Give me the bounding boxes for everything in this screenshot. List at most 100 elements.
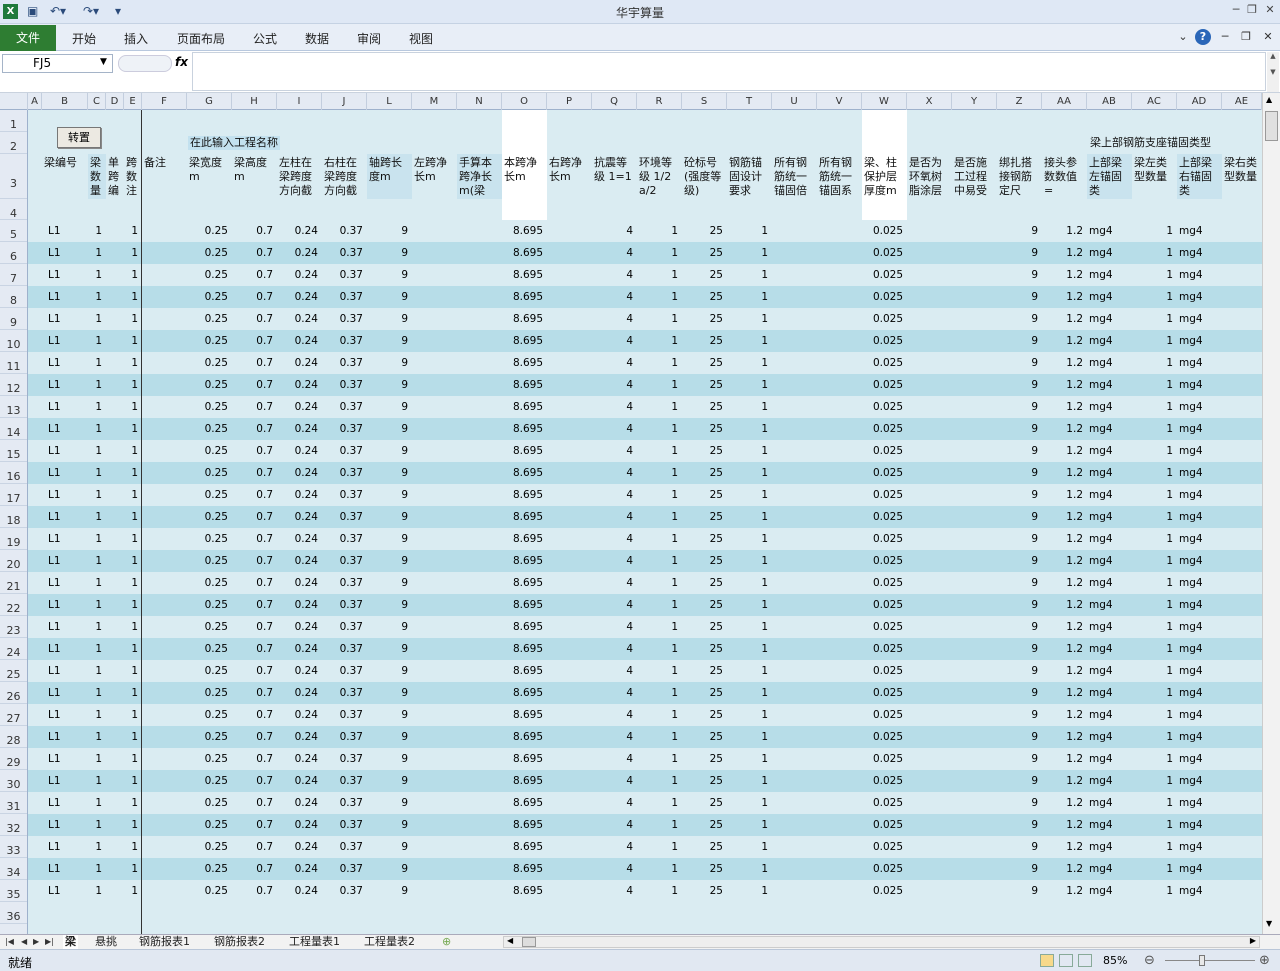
cell-H[interactable]: 0.7 — [232, 484, 273, 506]
cell-C[interactable]: 1 — [88, 792, 102, 814]
cell-R[interactable]: 1 — [637, 660, 678, 682]
cell-AB[interactable]: mg4 — [1089, 374, 1113, 396]
cell-B[interactable]: L1 — [48, 506, 61, 528]
cell-Z[interactable]: 9 — [997, 330, 1038, 352]
cell-H[interactable]: 0.7 — [232, 308, 273, 330]
cell-AD[interactable]: mg4 — [1179, 242, 1203, 264]
cell-AA[interactable]: 1.2 — [1042, 484, 1083, 506]
cell-H[interactable]: 0.7 — [232, 814, 273, 836]
cell-B[interactable]: L1 — [48, 770, 61, 792]
header-cell-AA[interactable]: 接头参数数值= — [1044, 156, 1086, 199]
cell-AA[interactable]: 1.2 — [1042, 462, 1083, 484]
cell-L[interactable]: 9 — [367, 814, 408, 836]
workbook-restore-icon[interactable]: ❐ — [1238, 29, 1254, 45]
cell-L[interactable]: 9 — [367, 352, 408, 374]
cell-B[interactable]: L1 — [48, 264, 61, 286]
cell-R[interactable]: 1 — [637, 814, 678, 836]
cell-W[interactable]: 0.025 — [862, 506, 903, 528]
zoom-slider-knob[interactable] — [1199, 955, 1205, 966]
cell-Q[interactable]: 4 — [592, 880, 633, 902]
cell-E[interactable]: 1 — [124, 264, 138, 286]
cell-B[interactable]: L1 — [48, 286, 61, 308]
cell-Z[interactable]: 9 — [997, 528, 1038, 550]
horizontal-scroll-thumb[interactable] — [522, 937, 536, 947]
cell-E[interactable]: 1 — [124, 440, 138, 462]
close-icon[interactable]: ✕ — [1263, 3, 1277, 17]
cell-B[interactable]: L1 — [48, 572, 61, 594]
row-header-10[interactable]: 10 — [0, 330, 27, 352]
cell-AA[interactable]: 1.2 — [1042, 286, 1083, 308]
cell-H[interactable]: 0.7 — [232, 220, 273, 242]
row-header-11[interactable]: 11 — [0, 352, 27, 374]
cell-W[interactable]: 0.025 — [862, 286, 903, 308]
cell-J[interactable]: 0.37 — [322, 660, 363, 682]
cell-Z[interactable]: 9 — [997, 748, 1038, 770]
cell-AA[interactable]: 1.2 — [1042, 792, 1083, 814]
cell-I[interactable]: 0.24 — [277, 572, 318, 594]
cell-L[interactable]: 9 — [367, 286, 408, 308]
cell-AD[interactable]: mg4 — [1179, 440, 1203, 462]
row-header-35[interactable]: 35 — [0, 880, 27, 902]
cell-H[interactable]: 0.7 — [232, 770, 273, 792]
cell-Z[interactable]: 9 — [997, 352, 1038, 374]
cell-J[interactable]: 0.37 — [322, 506, 363, 528]
cell-G[interactable]: 0.25 — [187, 462, 228, 484]
cell-G[interactable]: 0.25 — [187, 858, 228, 880]
row-header-27[interactable]: 27 — [0, 704, 27, 726]
cell-C[interactable]: 1 — [88, 484, 102, 506]
cell-O[interactable]: 8.695 — [502, 330, 543, 352]
row-header-8[interactable]: 8 — [0, 286, 27, 308]
cell-G[interactable]: 0.25 — [187, 528, 228, 550]
cell-S[interactable]: 25 — [682, 264, 723, 286]
cell-J[interactable]: 0.37 — [322, 836, 363, 858]
cell-R[interactable]: 1 — [637, 572, 678, 594]
row-header-4[interactable]: 4 — [0, 199, 27, 220]
cell-W[interactable]: 0.025 — [862, 572, 903, 594]
cell-G[interactable]: 0.25 — [187, 352, 228, 374]
cell-C[interactable]: 1 — [88, 220, 102, 242]
cell-C[interactable]: 1 — [88, 506, 102, 528]
worksheet-grid[interactable]: 梁编号 梁数量 单跨编 跨数注 备注 梁宽度m 梁高度m 左柱在梁跨度方向截 右柱在梁跨度方向截… — [28, 110, 1262, 934]
cell-G[interactable]: 0.25 — [187, 440, 228, 462]
cell-H[interactable]: 0.7 — [232, 242, 273, 264]
cell-AD[interactable]: mg4 — [1179, 660, 1203, 682]
cell-S[interactable]: 25 — [682, 528, 723, 550]
cell-B[interactable]: L1 — [48, 594, 61, 616]
cell-H[interactable]: 0.7 — [232, 418, 273, 440]
cell-C[interactable]: 1 — [88, 286, 102, 308]
cell-T[interactable]: 1 — [727, 726, 768, 748]
cell-C[interactable]: 1 — [88, 638, 102, 660]
cell-C[interactable]: 1 — [88, 462, 102, 484]
cell-W[interactable]: 0.025 — [862, 638, 903, 660]
row-header-24[interactable]: 24 — [0, 638, 27, 660]
cell-I[interactable]: 0.24 — [277, 462, 318, 484]
cell-AA[interactable]: 1.2 — [1042, 858, 1083, 880]
cell-H[interactable]: 0.7 — [232, 704, 273, 726]
cell-Q[interactable]: 4 — [592, 770, 633, 792]
column-header-C[interactable]: C — [88, 93, 106, 110]
cell-W[interactable]: 0.025 — [862, 396, 903, 418]
cell-AC[interactable]: 1 — [1132, 594, 1173, 616]
row-header-15[interactable]: 15 — [0, 440, 27, 462]
cell-T[interactable]: 1 — [727, 396, 768, 418]
cell-E[interactable]: 1 — [124, 484, 138, 506]
cell-B[interactable]: L1 — [48, 440, 61, 462]
cell-C[interactable]: 1 — [88, 858, 102, 880]
cell-S[interactable]: 25 — [682, 440, 723, 462]
cell-G[interactable]: 0.25 — [187, 506, 228, 528]
cell-T[interactable]: 1 — [727, 616, 768, 638]
cell-H[interactable]: 0.7 — [232, 506, 273, 528]
row-header-3[interactable]: 3 — [0, 154, 27, 199]
cell-S[interactable]: 25 — [682, 726, 723, 748]
cell-L[interactable]: 9 — [367, 704, 408, 726]
header-cell-AE[interactable]: 梁右类型数量 — [1224, 156, 1261, 199]
cell-O[interactable]: 8.695 — [502, 880, 543, 902]
cell-Q[interactable]: 4 — [592, 308, 633, 330]
cell-J[interactable]: 0.37 — [322, 462, 363, 484]
cell-S[interactable]: 25 — [682, 814, 723, 836]
cell-Z[interactable]: 9 — [997, 462, 1038, 484]
cell-Q[interactable]: 4 — [592, 242, 633, 264]
cell-Z[interactable]: 9 — [997, 506, 1038, 528]
cell-T[interactable]: 1 — [727, 858, 768, 880]
cell-C[interactable]: 1 — [88, 242, 102, 264]
